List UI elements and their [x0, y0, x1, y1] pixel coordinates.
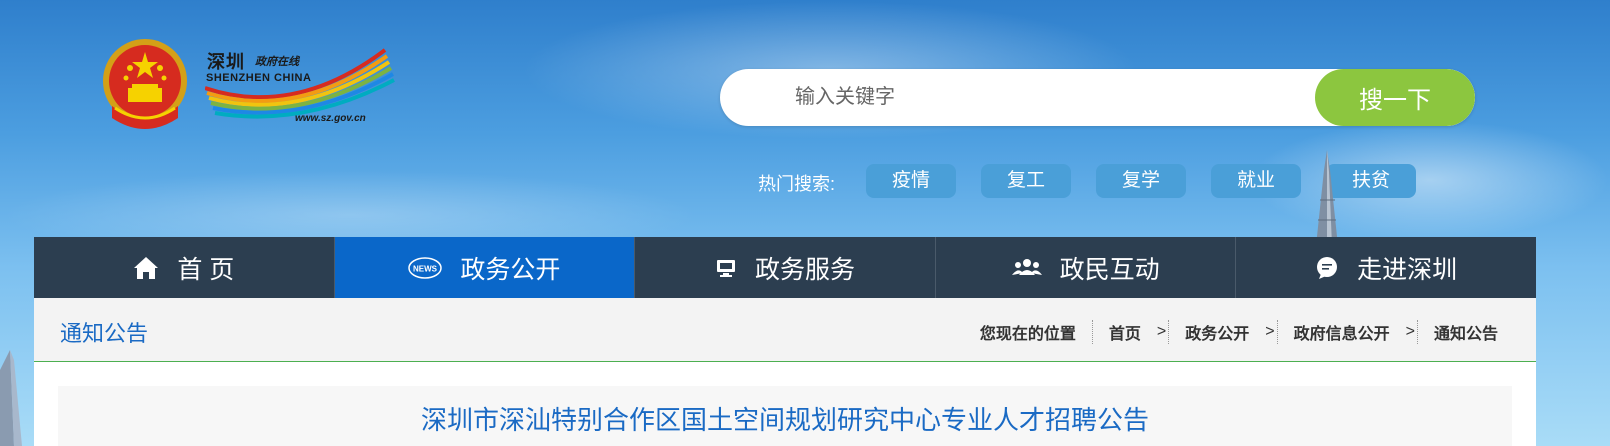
breadcrumb-item[interactable]: 政务公开 — [1168, 320, 1265, 344]
breadcrumb-separator: > — [1405, 323, 1415, 340]
search-input[interactable] — [795, 69, 1295, 126]
nav-item-interaction[interactable]: 政民互动 — [935, 237, 1237, 298]
home-icon — [133, 256, 159, 280]
nav-label: 政务服务 — [754, 255, 855, 284]
breadcrumb-item-label: 通知公告 — [1433, 326, 1498, 343]
national-emblem-icon — [103, 39, 187, 129]
news-icon-text: NEWS — [413, 264, 438, 273]
skyscraper-image — [1316, 150, 1338, 246]
site-logo[interactable]: 深圳 政府在线 SHENZHEN CHINA www.sz.gov.cn — [205, 48, 395, 133]
breadcrumb-item-label: 政务公开 — [1185, 326, 1250, 343]
building-image — [0, 350, 22, 446]
search-bar: 搜一下 — [720, 69, 1475, 126]
users-icon — [1011, 257, 1042, 279]
chat-bubble-icon — [1315, 256, 1339, 280]
monitor-icon — [715, 258, 737, 278]
logo-english-name: SHENZHEN CHINA — [206, 72, 312, 84]
logo-chinese-subtitle: 政府在线 — [255, 55, 299, 68]
main-content: 通知公告 您现在的位置 首页 > 政务公开 > 政府信息公开 > 通知公告 深圳… — [34, 298, 1536, 446]
breadcrumb-bar: 通知公告 您现在的位置 首页 > 政务公开 > 政府信息公开 > 通知公告 — [34, 298, 1536, 362]
hot-search-tag[interactable]: 疫情 — [866, 164, 956, 198]
main-nav: 首 页 NEWS 政务公开 政务服务 政民互动 走进深圳 — [34, 237, 1536, 298]
news-icon: NEWS — [408, 256, 443, 279]
nav-item-about-shenzhen[interactable]: 走进深圳 — [1236, 237, 1536, 298]
hot-search-tag[interactable]: 复工 — [981, 164, 1071, 198]
nav-item-government-affairs[interactable]: NEWS 政务公开 — [334, 237, 636, 298]
hot-search-tag[interactable]: 就业 — [1211, 164, 1301, 198]
search-button[interactable]: 搜一下 — [1315, 69, 1475, 126]
breadcrumb-prefix: 您现在的位置 — [979, 326, 1076, 343]
logo-url: www.sz.gov.cn — [295, 113, 366, 124]
breadcrumb-item[interactable]: 政府信息公开 — [1276, 320, 1406, 344]
logo-chinese-name: 深圳 — [207, 52, 245, 73]
breadcrumb-separator: > — [1156, 323, 1167, 340]
breadcrumb-item-label: 首页 — [1108, 326, 1141, 343]
nav-item-home[interactable]: 首 页 — [34, 237, 335, 298]
nav-label: 走进深圳 — [1357, 255, 1458, 284]
nav-label: 政务公开 — [460, 255, 561, 284]
breadcrumb: 您现在的位置 首页 > 政务公开 > 政府信息公开 > 通知公告 — [964, 320, 1498, 344]
section-title: 通知公告 — [60, 321, 149, 346]
breadcrumb-item[interactable]: 通知公告 — [1416, 320, 1498, 344]
breadcrumb-item-label: 政府信息公开 — [1293, 326, 1390, 343]
nav-label: 政民互动 — [1059, 255, 1160, 284]
breadcrumb-separator: > — [1265, 323, 1275, 340]
hot-search-label: 热门搜索: — [758, 174, 836, 194]
article-header: 深圳市深汕特别合作区国土空间规划研究中心专业人才招聘公告 — [58, 386, 1512, 446]
sky-cloud — [1250, 120, 1610, 240]
nav-item-services[interactable]: 政务服务 — [635, 237, 936, 298]
breadcrumb-item[interactable]: 首页 — [1091, 320, 1157, 344]
nav-label: 首 页 — [177, 255, 235, 284]
article-title: 深圳市深汕特别合作区国土空间规划研究中心专业人才招聘公告 — [420, 405, 1149, 435]
hot-search-tag[interactable]: 复学 — [1096, 164, 1186, 198]
